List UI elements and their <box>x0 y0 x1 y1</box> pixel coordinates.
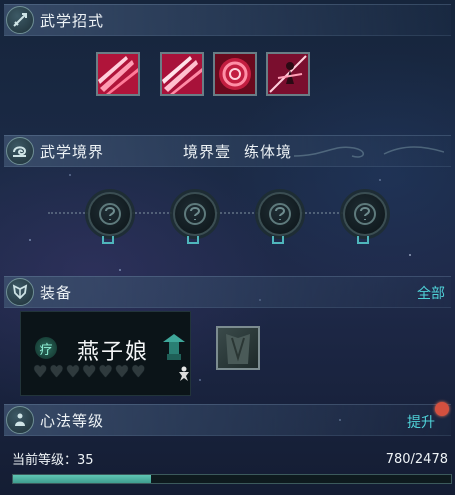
heart-empty-icon: ♥ <box>82 362 97 381</box>
realm-node-tab <box>187 236 199 244</box>
figure-badge-icon <box>179 366 189 381</box>
realm-link <box>301 212 343 214</box>
healer-badge-text: 疗 <box>39 342 53 358</box>
straw-hat-figure-icon <box>163 334 185 360</box>
companion-card[interactable]: 疗 燕子娘 ♥ ♥ ♥ ♥ ♥ ♥ ♥ <box>20 311 191 396</box>
sword-dancer-skill-icon <box>268 54 308 94</box>
armor-icon <box>6 278 34 306</box>
martial-moves-title: 武学招式 <box>40 11 105 30</box>
equipment-slot-armor[interactable] <box>216 326 260 370</box>
skill-slot-3[interactable] <box>213 52 257 96</box>
skill-slot-2[interactable] <box>160 52 204 96</box>
heart-empty-icon: ♥ <box>114 362 130 381</box>
realm-node-1[interactable] <box>88 192 132 236</box>
cloud-ornament-icon <box>294 146 444 158</box>
claw-slash-skill-icon <box>162 54 202 94</box>
skill-slot-4[interactable] <box>266 52 310 96</box>
realm-level-label: 境界壹 <box>183 143 232 161</box>
locked-swirl-icon <box>354 203 376 225</box>
realm-node-3[interactable] <box>258 192 302 236</box>
notification-dot <box>435 402 449 416</box>
realm-node-tab <box>272 236 284 244</box>
heart-empty-icon: ♥ <box>49 362 64 381</box>
martial-moves-header: 武学招式 <box>4 4 451 36</box>
martial-realm-title: 武学境界 <box>40 142 105 161</box>
realm-node-4[interactable] <box>343 192 387 236</box>
realm-node-tab <box>102 236 114 244</box>
robe-item-icon <box>226 334 250 364</box>
realm-node-2[interactable] <box>173 192 217 236</box>
heart-rating: ♥ ♥ ♥ ♥ ♥ ♥ ♥ <box>33 364 145 380</box>
realm-link <box>132 212 172 214</box>
realm-name-label: 练体境 <box>244 143 293 161</box>
heart-empty-icon: ♥ <box>65 362 81 381</box>
heart-empty-icon: ♥ <box>98 362 113 381</box>
equipment-title: 装备 <box>40 283 73 302</box>
heart-empty-icon: ♥ <box>131 362 146 381</box>
sword-icon <box>6 6 34 34</box>
cloud-swirl-icon <box>6 137 34 165</box>
upgrade-button[interactable]: 提升 <box>407 412 435 432</box>
equipment-header: 装备 全部 <box>4 276 451 308</box>
exp-text: 780/2478 <box>385 452 448 467</box>
locked-swirl-icon <box>99 203 121 225</box>
mind-method-header: 心法等级 提升 <box>4 404 451 436</box>
locked-swirl-icon <box>269 203 291 225</box>
equipment-all-link[interactable]: 全部 <box>417 283 445 303</box>
realm-node-tab <box>357 236 369 244</box>
exp-progress-fill <box>13 475 151 483</box>
locked-swirl-icon <box>184 203 206 225</box>
mind-method-title: 心法等级 <box>40 411 105 430</box>
exp-progress-bar <box>12 474 452 484</box>
rose-vortex-skill-icon <box>215 54 255 94</box>
skill-slot-1[interactable] <box>96 52 140 96</box>
healer-badge: 疗 <box>35 337 57 359</box>
current-level-label: 当前等级：35 <box>12 453 94 468</box>
realm-link <box>48 212 88 214</box>
claw-slash-skill-icon <box>98 54 138 94</box>
realm-link <box>216 212 258 214</box>
heart-empty-icon: ♥ <box>33 362 48 381</box>
meditation-icon <box>6 406 34 434</box>
